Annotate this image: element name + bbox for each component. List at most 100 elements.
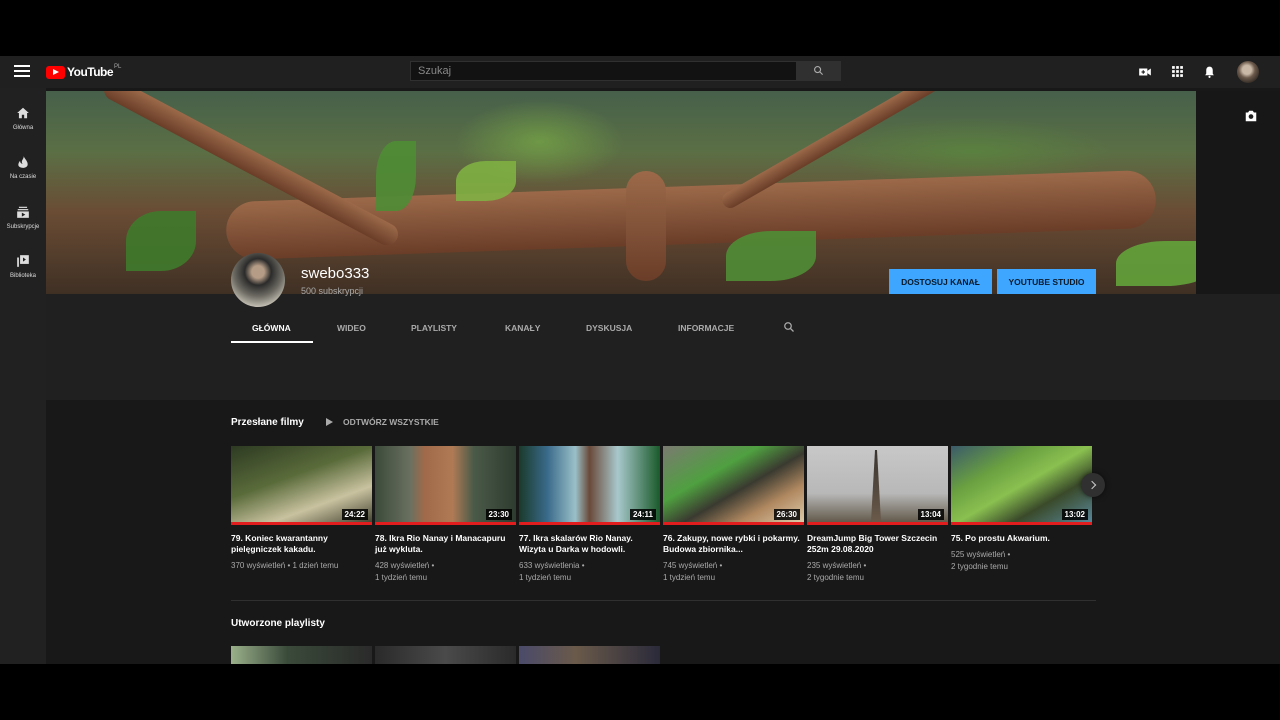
logo-country: PL (114, 64, 122, 70)
video-meta: 428 wyświetleń • 1 tydzień temu (375, 560, 515, 584)
video-title[interactable]: 78. Ikra Rio Nanay i Manacapuru już wykl… (375, 533, 513, 555)
video-meta: 525 wyświetleń • 2 tygodnie temu (951, 549, 1091, 573)
youtube-logo-icon (46, 65, 65, 79)
home-icon (17, 107, 29, 119)
tab-channels[interactable]: KANAŁY (505, 323, 540, 333)
logo-text: YouTube (67, 65, 114, 79)
watch-progress-bar (519, 522, 660, 525)
menu-icon[interactable] (14, 65, 30, 79)
channel-name: swebo333 (301, 265, 370, 282)
youtube-studio-button[interactable]: YOUTUBE STUDIO (997, 269, 1096, 294)
sidebar-item-home[interactable]: Główna (0, 106, 46, 131)
video-thumbnail[interactable]: 26:30 (663, 446, 804, 525)
customize-channel-button[interactable]: DOSTOSUJ KANAŁ (889, 269, 992, 294)
video-views: 745 wyświetleń • (663, 561, 723, 570)
sidebar-item-label: Subskrypcje (6, 224, 40, 230)
video-duration: 26:30 (773, 509, 800, 520)
tab-discussion[interactable]: DYSKUSJA (586, 323, 632, 333)
active-tab-indicator (231, 341, 313, 343)
video-duration: 24:11 (629, 509, 656, 520)
watch-progress-bar (663, 522, 804, 525)
play-icon (326, 418, 333, 426)
account-avatar[interactable] (1237, 61, 1259, 83)
search-button[interactable] (797, 61, 841, 81)
video-thumbnail[interactable]: 13:02 (951, 446, 1092, 525)
watch-progress-bar (807, 522, 948, 525)
video-thumbnail[interactable]: 23:30 (375, 446, 516, 525)
video-views-age: 370 wyświetleń • 1 dzień temu (231, 561, 339, 570)
playlist-thumbnail[interactable] (231, 646, 372, 664)
masthead: YouTube PL (0, 56, 1280, 88)
shelf-next-arrow-icon[interactable] (1081, 473, 1105, 497)
library-icon (17, 255, 29, 267)
playlists-section-title: Utworzone playlisty (231, 618, 325, 629)
section-divider (231, 600, 1096, 601)
play-all-label: ODTWÓRZ WSZYSTKIE (343, 417, 439, 427)
video-views: 428 wyświetleń • (375, 561, 435, 570)
tower-shape (871, 450, 881, 522)
sidebar-item-label: Na czasie (9, 174, 37, 180)
watch-progress-bar (231, 522, 372, 525)
channel-search-icon[interactable] (783, 321, 795, 333)
video-meta: 235 wyświetleń • 2 tygodnie temu (807, 560, 947, 584)
watch-progress-bar (951, 522, 1092, 525)
video-thumbnail[interactable]: 24:22 (231, 446, 372, 525)
video-title[interactable]: 75. Po prostu Akwarium. (951, 533, 1089, 544)
video-title[interactable]: 77. Ikra skalarów Rio Nanay. Wizyta u Da… (519, 533, 657, 555)
video-views: 235 wyświetleń • (807, 561, 867, 570)
flame-icon (18, 156, 28, 168)
notifications-bell-icon[interactable] (1203, 65, 1216, 79)
video-views: 633 wyświetlenia • (519, 561, 585, 570)
search-icon (814, 66, 824, 76)
subscriptions-icon (17, 206, 29, 218)
video-thumbnail[interactable]: 24:11 (519, 446, 660, 525)
video-thumbnail[interactable]: 13:04 (807, 446, 948, 525)
banner-root-shape (626, 171, 666, 281)
video-age: 2 tygodnie temu (807, 573, 864, 582)
tab-about[interactable]: INFORMACJE (678, 323, 734, 333)
video-title[interactable]: 76. Zakupy, nowe rybki i pokarmy. Budowa… (663, 533, 801, 555)
youtube-logo[interactable]: YouTube PL (46, 64, 122, 79)
video-duration: 24:22 (341, 509, 368, 520)
video-title[interactable]: DreamJump Big Tower Szczecin 252m 29.08.… (807, 533, 945, 555)
video-age: 1 tydzień temu (375, 573, 428, 582)
video-meta: 633 wyświetlenia • 1 tydzień temu (519, 560, 659, 584)
video-meta: 745 wyświetleń • 1 tydzień temu (663, 560, 803, 584)
watch-progress-bar (375, 522, 516, 525)
video-age: 1 tydzień temu (663, 573, 716, 582)
sidebar-item-subscriptions[interactable]: Subskrypcje (0, 205, 46, 230)
mini-guide-sidebar: Główna Na czasie Subskrypcje Biblioteka (0, 88, 46, 664)
apps-grid-icon[interactable] (1171, 65, 1184, 78)
tab-home[interactable]: GŁÓWNA (252, 323, 291, 333)
video-views: 525 wyświetleń • (951, 550, 1011, 559)
channel-banner (46, 91, 1280, 294)
subscriber-count: 500 subskrypcji (301, 286, 364, 296)
video-meta: 370 wyświetleń • 1 dzień temu (231, 560, 371, 572)
video-age: 1 tydzień temu (519, 573, 572, 582)
video-age: 2 tygodnie temu (951, 562, 1008, 571)
video-duration: 23:30 (485, 509, 512, 520)
channel-header (46, 294, 1280, 400)
banner-plant-shape (376, 141, 416, 211)
play-all-button[interactable]: ODTWÓRZ WSZYSTKIE (326, 417, 439, 427)
sidebar-item-label: Biblioteka (9, 273, 36, 279)
banner-dark-edge (1196, 91, 1280, 294)
playlist-thumbnail[interactable] (375, 646, 516, 664)
banner-plant-shape (456, 161, 516, 201)
banner-plant-shape (726, 231, 816, 281)
sidebar-item-library[interactable]: Biblioteka (0, 254, 46, 279)
sidebar-item-label: Główna (12, 125, 34, 131)
playlist-thumbnail[interactable] (519, 646, 660, 664)
search-input[interactable] (410, 61, 797, 81)
banner-plant-shape (126, 211, 196, 271)
camera-icon[interactable] (1244, 110, 1258, 122)
uploads-section-title: Przesłane filmy (231, 417, 304, 428)
video-duration: 13:02 (1061, 509, 1088, 520)
tab-playlists[interactable]: PLAYLISTY (411, 323, 457, 333)
sidebar-item-trending[interactable]: Na czasie (0, 155, 46, 180)
video-title[interactable]: 79. Koniec kwarantanny pielęgniczek kaka… (231, 533, 369, 555)
create-video-icon[interactable] (1138, 65, 1152, 79)
tab-videos[interactable]: WIDEO (337, 323, 366, 333)
video-duration: 13:04 (917, 509, 944, 520)
channel-avatar[interactable] (231, 253, 285, 307)
